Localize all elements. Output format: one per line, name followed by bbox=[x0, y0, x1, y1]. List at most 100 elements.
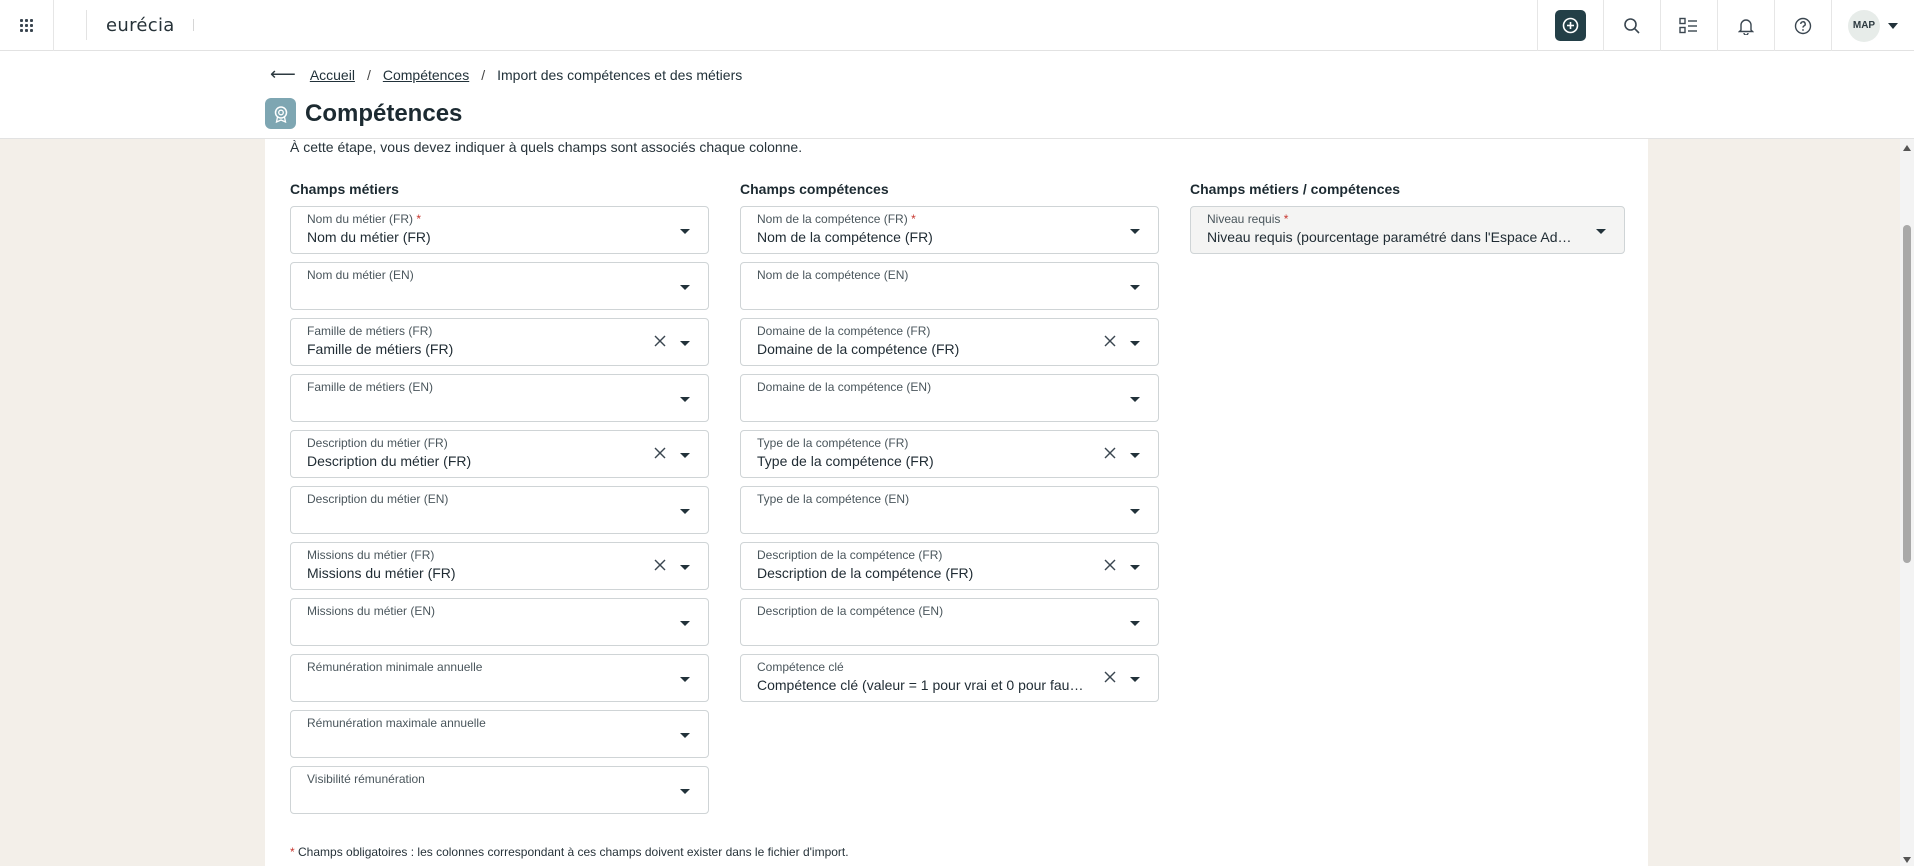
clear-icon[interactable] bbox=[1103, 670, 1117, 684]
dropdown-caret-icon[interactable] bbox=[1130, 229, 1140, 234]
dropdown-caret-icon[interactable] bbox=[1130, 453, 1140, 458]
select-competences-7[interactable]: Description de la compétence (EN) bbox=[740, 598, 1159, 646]
select-mixte-0[interactable]: Niveau requis * Niveau requis (pourcentag… bbox=[1190, 206, 1625, 254]
dropdown-caret-icon[interactable] bbox=[1130, 565, 1140, 570]
field-label-text: Compétence clé bbox=[757, 660, 844, 674]
field-label: Nom de la compétence (EN) bbox=[757, 268, 908, 282]
required-star: * bbox=[1283, 212, 1289, 226]
select-competences-4[interactable]: Type de la compétence (FR) Type de la com… bbox=[740, 430, 1159, 478]
clear-icon[interactable] bbox=[653, 558, 667, 572]
search-button[interactable] bbox=[1603, 0, 1660, 51]
field-label: Missions du métier (EN) bbox=[307, 604, 435, 618]
dropdown-caret-icon[interactable] bbox=[1130, 621, 1140, 626]
clear-icon[interactable] bbox=[1103, 558, 1117, 572]
avatar: MAP bbox=[1848, 9, 1880, 42]
divider bbox=[86, 10, 87, 40]
field-label-text: Nom de la compétence (FR) bbox=[757, 212, 908, 226]
dropdown-caret-icon[interactable] bbox=[680, 733, 690, 738]
intro-text: À cette étape, vous devez indiquer à que… bbox=[290, 139, 803, 155]
tasks-button[interactable] bbox=[1660, 0, 1717, 51]
select-metiers-9[interactable]: Rémunération maximale annuelle bbox=[290, 710, 709, 758]
field-label-text: Famille de métiers (EN) bbox=[307, 380, 434, 394]
field-label-text: Domaine de la compétence (FR) bbox=[757, 324, 931, 338]
column-title-competences: Champs compétences bbox=[740, 181, 889, 197]
field-value: Compétence clé (valeur = 1 pour vrai et … bbox=[757, 677, 1086, 693]
dropdown-caret-icon[interactable] bbox=[1596, 229, 1606, 234]
scroll-down-arrow-icon[interactable] bbox=[1903, 857, 1911, 863]
field-value: Description du métier (FR) bbox=[307, 453, 472, 469]
dropdown-caret-icon[interactable] bbox=[680, 509, 690, 514]
select-competences-1[interactable]: Nom de la compétence (EN) bbox=[740, 262, 1159, 310]
scroll-up-arrow-icon[interactable] bbox=[1903, 145, 1911, 151]
award-badge-icon bbox=[265, 98, 296, 129]
select-metiers-6[interactable]: Missions du métier (FR) Missions du métie… bbox=[290, 542, 709, 590]
field-value: Nom du métier (FR) bbox=[307, 229, 431, 245]
select-metiers-0[interactable]: Nom du métier (FR) * Nom du métier (FR) bbox=[290, 206, 709, 254]
field-label-text: Description de la compétence (EN) bbox=[757, 604, 944, 618]
dropdown-caret-icon[interactable] bbox=[680, 789, 690, 794]
field-label: Compétence clé bbox=[757, 660, 844, 674]
select-metiers-1[interactable]: Nom du métier (EN) bbox=[290, 262, 709, 310]
dropdown-caret-icon[interactable] bbox=[680, 677, 690, 682]
select-metiers-7[interactable]: Missions du métier (EN) bbox=[290, 598, 709, 646]
breadcrumb-separator: / bbox=[366, 66, 371, 83]
field-label-text: Description du métier (FR) bbox=[307, 436, 448, 450]
notifications-button[interactable] bbox=[1717, 0, 1774, 51]
select-competences-2[interactable]: Domaine de la compétence (FR) Domaine de … bbox=[740, 318, 1159, 366]
dropdown-caret-icon[interactable] bbox=[1130, 285, 1140, 290]
clear-icon[interactable] bbox=[653, 446, 667, 460]
page-title: Compétences bbox=[305, 99, 463, 127]
select-competences-3[interactable]: Domaine de la compétence (EN) bbox=[740, 374, 1159, 422]
field-label: Nom du métier (EN) bbox=[307, 268, 414, 282]
clear-icon[interactable] bbox=[1103, 446, 1117, 460]
field-label: Description de la compétence (EN) bbox=[757, 604, 943, 618]
field-label: Visibilité rémunération bbox=[307, 772, 425, 786]
dropdown-caret-icon[interactable] bbox=[680, 397, 690, 402]
dropdown-caret-icon[interactable] bbox=[1130, 509, 1140, 514]
select-metiers-3[interactable]: Famille de métiers (EN) bbox=[290, 374, 709, 422]
back-arrow-icon[interactable]: ⟵ bbox=[270, 64, 296, 85]
dropdown-caret-icon[interactable] bbox=[680, 453, 690, 458]
search-icon bbox=[1624, 17, 1640, 34]
create-button[interactable] bbox=[1537, 0, 1603, 51]
eurecia-logo[interactable]: eurécia bbox=[106, 15, 175, 36]
select-metiers-8[interactable]: Rémunération minimale annuelle bbox=[290, 654, 709, 702]
select-metiers-2[interactable]: Famille de métiers (FR) Famille de métier… bbox=[290, 318, 709, 366]
clear-icon[interactable] bbox=[653, 334, 667, 348]
apps-grid-icon bbox=[20, 18, 33, 32]
breadcrumb-section-link[interactable]: Compétences bbox=[383, 67, 469, 83]
required-star: * bbox=[911, 212, 916, 226]
help-button[interactable] bbox=[1774, 0, 1831, 51]
field-label-text: Missions du métier (FR) bbox=[307, 548, 435, 562]
help-icon bbox=[1794, 17, 1812, 34]
field-value: Type de la compétence (FR) bbox=[757, 453, 934, 469]
field-label-text: Famille de métiers (FR) bbox=[307, 324, 433, 338]
checklist-icon bbox=[1679, 17, 1697, 33]
scroll-thumb[interactable] bbox=[1903, 225, 1911, 563]
dropdown-caret-icon[interactable] bbox=[1130, 341, 1140, 346]
field-label-text: Visibilité rémunération bbox=[307, 772, 425, 786]
select-metiers-4[interactable]: Description du métier (FR) Description du… bbox=[290, 430, 709, 478]
select-competences-0[interactable]: Nom de la compétence (FR) * Nom de la com… bbox=[740, 206, 1159, 254]
dropdown-caret-icon[interactable] bbox=[1130, 397, 1140, 402]
dropdown-caret-icon[interactable] bbox=[680, 341, 690, 346]
select-metiers-10[interactable]: Visibilité rémunération bbox=[290, 766, 709, 814]
dropdown-caret-icon[interactable] bbox=[680, 285, 690, 290]
select-competences-8[interactable]: Compétence clé Compétence clé (valeur = 1… bbox=[740, 654, 1159, 702]
apps-menu-button[interactable] bbox=[0, 0, 54, 51]
breadcrumb-home-link[interactable]: Accueil bbox=[310, 67, 355, 83]
user-menu-button[interactable]: MAP bbox=[1831, 0, 1914, 51]
breadcrumb-current: Import des compétences et des métiers bbox=[497, 66, 743, 83]
select-metiers-5[interactable]: Description du métier (EN) bbox=[290, 486, 709, 534]
clear-icon[interactable] bbox=[1103, 334, 1117, 348]
select-competences-6[interactable]: Description de la compétence (FR) Descrip… bbox=[740, 542, 1159, 590]
dropdown-caret-icon[interactable] bbox=[680, 621, 690, 626]
field-label-text: Nom du métier (EN) bbox=[307, 268, 414, 282]
chevron-down-icon bbox=[1888, 22, 1898, 29]
scrollbar[interactable] bbox=[1900, 139, 1914, 866]
dropdown-caret-icon[interactable] bbox=[1130, 677, 1140, 682]
dropdown-caret-icon[interactable] bbox=[680, 229, 690, 234]
field-label-text: Description de la compétence (FR) bbox=[757, 548, 943, 562]
dropdown-caret-icon[interactable] bbox=[680, 565, 690, 570]
select-competences-5[interactable]: Type de la compétence (EN) bbox=[740, 486, 1159, 534]
